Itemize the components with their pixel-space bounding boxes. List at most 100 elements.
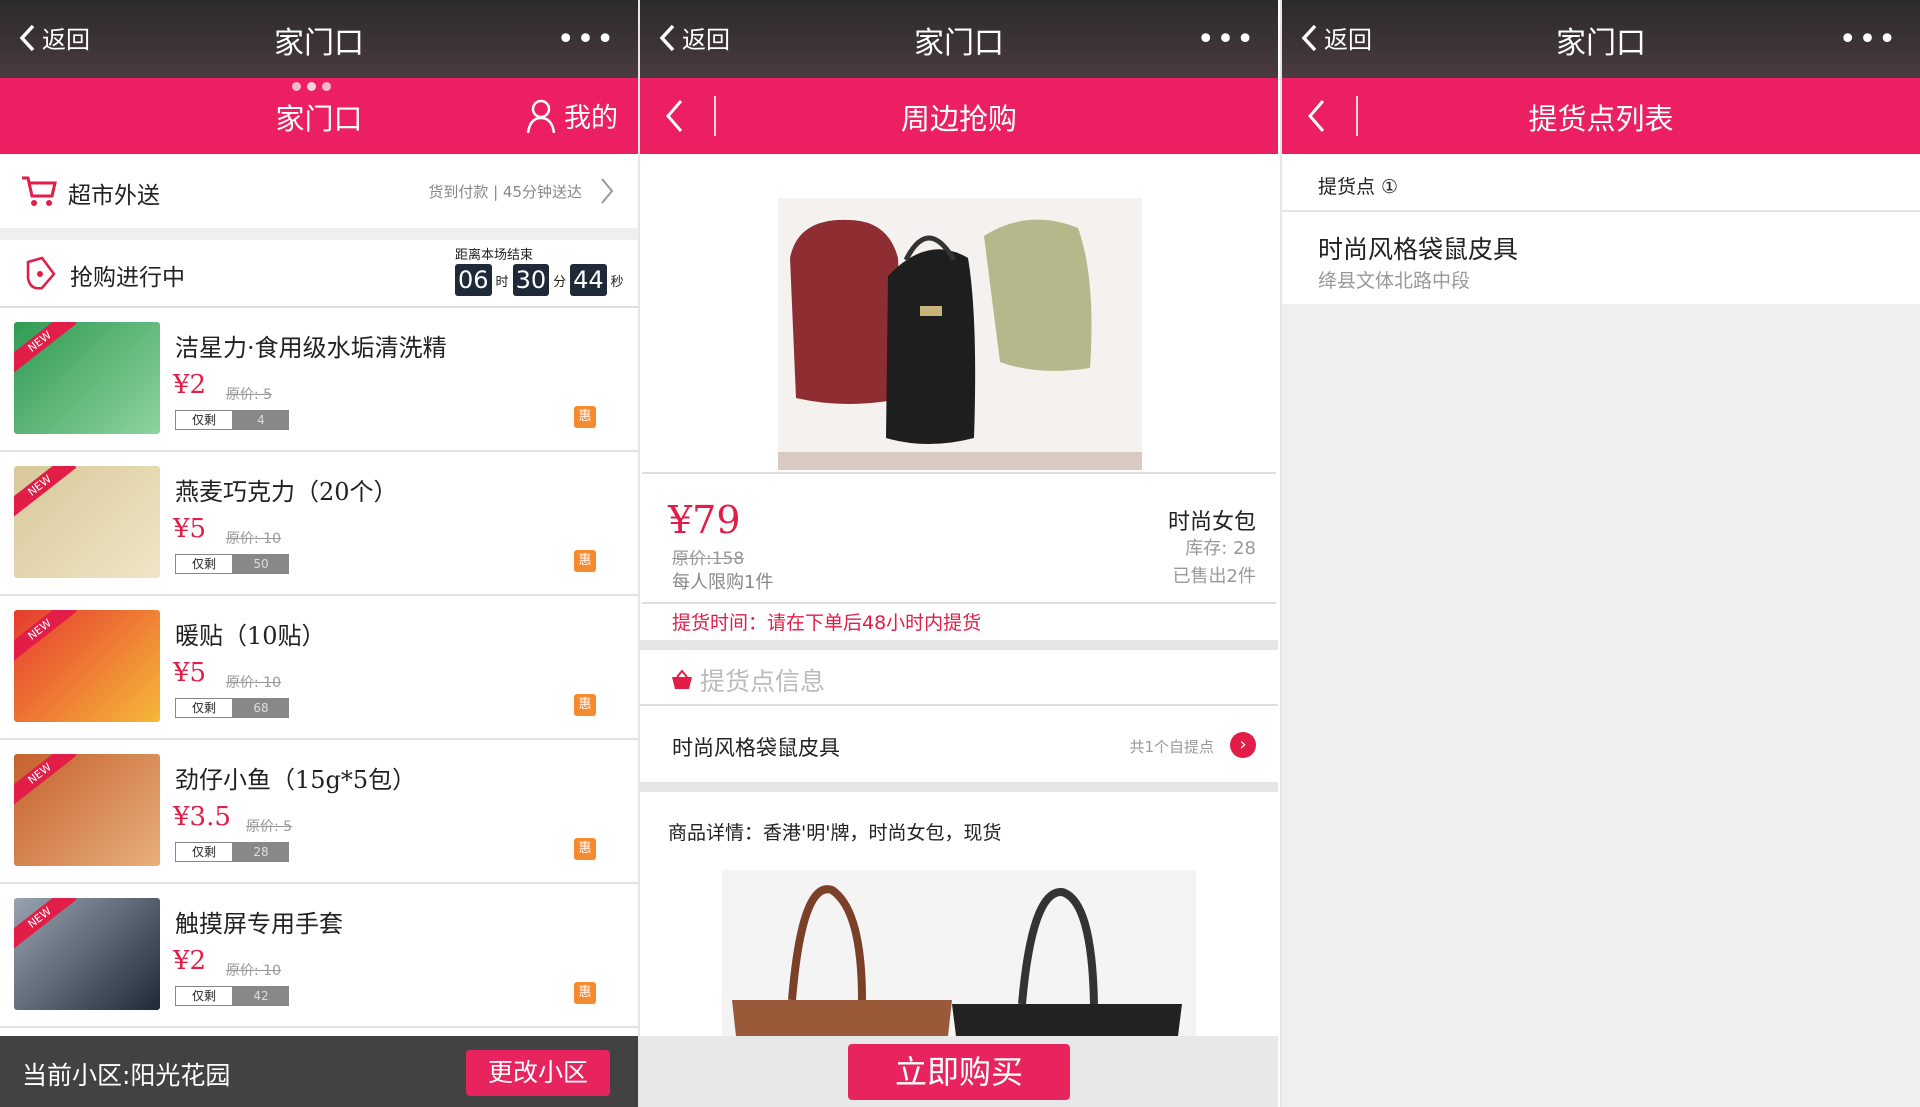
pickup-info-heading: 提货点信息 [670,662,825,698]
discount-badge: 惠 [574,550,596,572]
stock-label: 仅剩 [175,842,233,862]
product-name: 劲仔小鱼（15g*5包） [175,766,417,794]
original-price: 原价:158 [672,549,745,569]
product-thumbnail: NEW [14,898,160,1010]
detail-bags-illustration [732,885,1182,1036]
stock-count: 42 [233,986,289,1006]
mine-label: 我的 [564,103,618,134]
product-original-price: 原价: 10 [226,675,281,691]
stock-count: 4 [233,410,289,430]
page-title: 提货点列表 [1528,102,1674,136]
section-gap [640,782,1278,792]
list-item[interactable]: NEW 燕麦巧克力（20个） ¥5 原价: 10 仅剩 50 惠 [0,452,638,596]
pickup-list-body: 提货点 ① 时尚风格袋鼠皮具 绛县文体北路中段 [1282,154,1920,1107]
discount-badge: 惠 [574,838,596,860]
community-footer: 当前小区:阳光花园 更改小区 [0,1036,638,1107]
product-price: ¥3.5 [173,802,231,832]
countdown-hours: 06 [455,264,492,296]
list-item[interactable]: NEW 暖贴（10贴） ¥5 原价: 10 仅剩 68 惠 [0,596,638,740]
list-item[interactable]: NEW 劲仔小鱼（15g*5包） ¥3.5 原价: 5 仅剩 28 惠 [0,740,638,884]
stock-count: 库存: 28 [1185,538,1256,559]
change-community-button[interactable]: 更改小区 [466,1050,610,1096]
product-image [778,198,1142,470]
stock-bar: 仅剩 68 [175,698,289,718]
flash-sale-label: 抢购进行中 [70,265,185,291]
stock-label: 仅剩 [175,410,233,430]
home-panel: 返回 家门口 ••• 家门口 我的 超市外送 货到付款 | 45分钟送达 抢购进… [0,0,638,1107]
stock-count: 28 [233,842,289,862]
price-box: ¥79 原价:158 每人限购1件 时尚女包 库存: 28 已售出2件 [642,472,1276,604]
list-item[interactable]: NEW 洁星力·食用级水垢清洗精 ¥2 原价: 5 仅剩 4 惠 [0,308,638,452]
buy-footer: 立即购买 [640,1036,1278,1107]
discount-badge: 惠 [574,406,596,428]
product-price: ¥2 [173,370,207,400]
product-thumbnail: NEW [14,754,160,866]
more-icon[interactable]: ••• [1839,22,1898,57]
pickup-info-label: 提货点信息 [700,667,826,696]
app-header: 家门口 我的 [0,78,638,154]
chevron-right-icon[interactable]: › [1230,732,1256,758]
product-name: 触摸屏专用手套 [175,910,343,938]
app-header: 提货点列表 [1282,78,1920,154]
pickup-list-panel: 返回 家门口 ••• 提货点列表 提货点 ① 时尚风格袋鼠皮具 绛县文体北路中段 [1282,0,1920,1107]
section-gap [640,640,1278,650]
sale-price: ¥79 [668,498,741,542]
stock-count: 68 [233,698,289,718]
user-icon [526,99,556,133]
product-original-price: 原价: 10 [226,531,281,547]
pickup-list-header: 提货点 ① [1282,154,1920,212]
wechat-title: 家门口 [274,26,364,61]
wechat-title: 家门口 [914,26,1004,61]
stock-bar: 仅剩 50 [175,554,289,574]
stock-label: 仅剩 [175,698,233,718]
handbags-illustration [778,219,1142,470]
buy-now-button[interactable]: 立即购买 [848,1044,1070,1100]
stock-bar: 仅剩 4 [175,410,289,430]
shop-name: 时尚风格袋鼠皮具 [672,736,840,760]
product-price: ¥5 [173,658,207,688]
pickup-point-count: 共1个自提点 [1129,738,1214,756]
current-community: 当前小区:阳光花园 [22,1061,231,1090]
more-icon[interactable]: ••• [1197,22,1256,57]
product-detail-text: 商品详情：香港'明'牌，时尚女包，现货 [668,822,1002,844]
pickup-list-title: 提货点 ① [1318,176,1399,198]
product-name: 洁星力·食用级水垢清洗精 [175,334,447,362]
supermarket-label: 超市外送 [68,183,160,209]
countdown-m-unit: 分 [553,274,567,290]
supermarket-sub: 货到付款 | 45分钟送达 [428,183,582,201]
product-list: NEW 洁星力·食用级水垢清洗精 ¥2 原价: 5 仅剩 4 惠 NEW 燕麦巧克… [0,308,638,1028]
more-icon[interactable]: ••• [557,22,616,57]
pickup-point-address: 绛县文体北路中段 [1318,270,1471,292]
stock-bar: 仅剩 42 [175,986,289,1006]
product-original-price: 原价: 5 [246,819,293,835]
product-thumbnail: NEW [14,610,160,722]
page-title: 周边抢购 [900,102,1017,136]
product-thumbnail: NEW [14,466,160,578]
pickup-time-notice: 提货时间：请在下单后48小时内提货 [672,612,982,634]
tag-icon [26,256,56,290]
cart-icon [22,176,57,206]
sold-count: 已售出2件 [1172,566,1256,587]
stock-bar: 仅剩 28 [175,842,289,862]
wechat-top-bar: 返回 家门口 ••• [1282,0,1920,78]
product-price: ¥5 [173,514,207,544]
supermarket-delivery-row[interactable]: 超市外送 货到付款 | 45分钟送达 [0,154,638,240]
product-name: 燕麦巧克力（20个） [175,478,398,506]
mine-button[interactable]: 我的 [526,96,618,135]
app-header: 周边抢购 [640,78,1278,154]
product-price: ¥2 [173,946,207,976]
wechat-title: 家门口 [1556,26,1646,61]
pickup-shop-row[interactable]: 时尚风格袋鼠皮具 共1个自提点 › [640,704,1278,784]
countdown-s-unit: 秒 [610,274,624,290]
stock-count: 50 [233,554,289,574]
page-dots [292,82,331,91]
pickup-point-item[interactable]: 时尚风格袋鼠皮具 绛县文体北路中段 [1282,212,1920,304]
countdown-title: 距离本场结束 [455,248,534,263]
stock-label: 仅剩 [175,554,233,574]
countdown: 06 时 30 分 44 秒 [455,264,624,296]
detail-image [722,870,1196,1036]
list-item[interactable]: NEW 触摸屏专用手套 ¥2 原价: 10 仅剩 42 惠 [0,884,638,1028]
product-name: 时尚女包 [1167,510,1256,535]
product-name: 暖贴（10贴） [175,622,326,650]
basket-icon [672,669,692,689]
